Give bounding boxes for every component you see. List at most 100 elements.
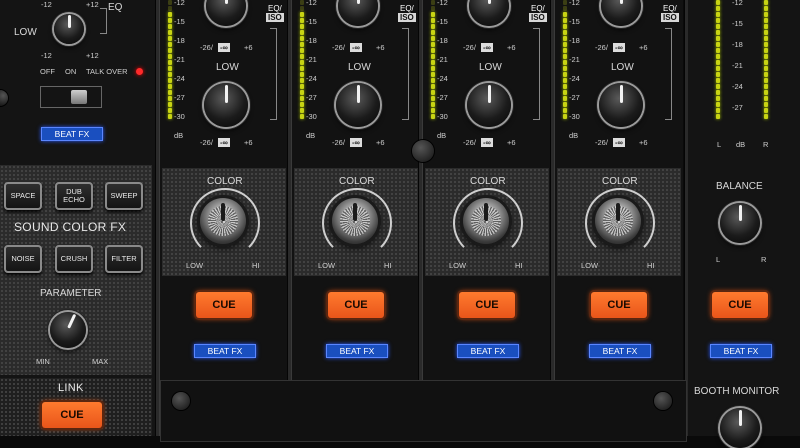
balance-knob[interactable] [720, 203, 760, 243]
color-knob[interactable] [463, 198, 509, 244]
low-eq-knob[interactable] [204, 83, 248, 127]
range-inf-label: -∞ [481, 43, 493, 52]
eq-iso-top: EQ/ [663, 4, 677, 13]
parameter-min-label: MIN [36, 357, 50, 366]
low-eq-knob[interactable] [336, 83, 380, 127]
range-max-label: +6 [639, 138, 648, 147]
range-inf-label: -∞ [350, 138, 362, 147]
meter-scale-label: -21 [569, 55, 580, 64]
color-hi-label: HI [384, 261, 392, 270]
color-knob[interactable] [595, 198, 641, 244]
range-min-label: -26/ [595, 138, 608, 147]
range-min-label: -26/ [463, 138, 476, 147]
low-eq-label: LOW [348, 62, 371, 73]
eq-iso-bracket [402, 28, 409, 120]
booth-monitor-knob[interactable] [720, 408, 760, 448]
color-knob[interactable] [200, 198, 246, 244]
meter-scale-label: -18 [437, 36, 448, 45]
meter-scale-label: -24 [174, 74, 185, 83]
master-meter-db-label: dB [736, 140, 746, 149]
color-label: COLOR [602, 176, 638, 187]
sfx-crush-button[interactable]: CRUSH [55, 245, 93, 273]
channel-cue-button[interactable]: CUE [459, 292, 515, 318]
sfx-sweep-button[interactable]: SWEEP [105, 182, 143, 210]
eq-iso-bottom: ISO [398, 13, 416, 22]
range-inf-label: -∞ [613, 43, 625, 52]
channel-level-meter [563, 0, 567, 125]
eq-iso-indicator: EQ/ISO [398, 4, 416, 22]
meter-scale-label: -30 [306, 112, 317, 121]
master-meter-r-label: R [763, 140, 769, 149]
beat-fx-button-master[interactable]: BEAT FX [710, 344, 772, 358]
range-max-label: +6 [639, 43, 648, 52]
color-low-label: LOW [186, 261, 204, 270]
color-hi-label: HI [647, 261, 655, 270]
channel-divider [287, 0, 292, 436]
meter-scale-label: -15 [306, 17, 317, 26]
talkover-indicator [136, 68, 143, 75]
meter-scale-label: -27 [174, 93, 185, 102]
eq-label: EQ [108, 2, 123, 13]
color-label: COLOR [207, 176, 243, 187]
meter-scale-label: dB [437, 131, 447, 140]
sfx-filter-button[interactable]: FILTER [105, 245, 143, 273]
color-knob[interactable] [332, 198, 378, 244]
master-cue-button[interactable]: CUE [712, 292, 768, 318]
meter-scale-label: -21 [174, 55, 185, 64]
eq-iso-top: EQ/ [531, 4, 545, 13]
low-eq-knob[interactable] [467, 83, 511, 127]
meter-scale-label: -21 [437, 55, 448, 64]
eq-plus12-top: +12 [86, 0, 99, 9]
channel-beat-fx-button[interactable]: BEAT FX [194, 344, 256, 358]
eq-iso-bottom: ISO [529, 13, 547, 22]
parameter-knob[interactable] [50, 312, 86, 348]
eq-iso-indicator: EQ/ISO [661, 4, 679, 22]
balance-label: BALANCE [716, 181, 763, 192]
sound-color-fx-title: SOUND COLOR FX [14, 220, 127, 234]
color-hi-label: HI [252, 261, 260, 270]
channel-beat-fx-button[interactable]: BEAT FX [589, 344, 651, 358]
channel-divider [550, 0, 555, 436]
talkover-switch[interactable] [40, 86, 102, 108]
range-min-label: -26/ [595, 43, 608, 52]
beat-fx-button-mic[interactable]: BEAT FX [41, 127, 103, 141]
range-max-label: +6 [376, 43, 385, 52]
sfx-space-button[interactable]: SPACE [4, 182, 42, 210]
channel-cue-button[interactable]: CUE [591, 292, 647, 318]
range-inf-label: -∞ [350, 43, 362, 52]
meter-scale-label: -18 [306, 36, 317, 45]
meter-scale-label: -12 [437, 0, 448, 7]
master-meter-scale-label: -24 [732, 82, 743, 91]
meter-scale-label: -12 [174, 0, 185, 7]
range-max-label: +6 [376, 138, 385, 147]
channel-beat-fx-button[interactable]: BEAT FX [457, 344, 519, 358]
link-cue-button[interactable]: CUE [42, 402, 102, 428]
low-eq-knob[interactable] [54, 14, 84, 44]
eq-iso-bracket [533, 28, 540, 120]
low-eq-knob[interactable] [599, 83, 643, 127]
channel-beat-fx-button[interactable]: BEAT FX [326, 344, 388, 358]
meter-scale-label: -18 [174, 36, 185, 45]
master-meter-scale-label: -21 [732, 61, 743, 70]
fader-area [160, 380, 687, 442]
meter-scale-label: -30 [437, 112, 448, 121]
talkover-label: TALK OVER [86, 67, 128, 76]
sfx-noise-button[interactable]: NOISE [4, 245, 42, 273]
range-min-label: -26/ [332, 138, 345, 147]
eq-iso-bracket [270, 28, 277, 120]
range-max-label: +6 [507, 138, 516, 147]
meter-scale-label: -12 [306, 0, 317, 7]
channel-level-meter [300, 0, 304, 125]
panel-screw-center [412, 140, 434, 162]
sfx-dub-echo-button[interactable]: DUB ECHO [55, 182, 93, 210]
meter-scale-label: -27 [306, 93, 317, 102]
master-level-meter [764, 0, 768, 125]
channel-cue-button[interactable]: CUE [196, 292, 252, 318]
low-eq-label: LOW [611, 62, 634, 73]
meter-scale-label: -12 [569, 0, 580, 7]
master-meter-scale-label: -15 [732, 19, 743, 28]
range-min-label: -26/ [200, 138, 213, 147]
range-inf-label: -∞ [613, 138, 625, 147]
booth-monitor-label: BOOTH MONITOR [694, 386, 780, 397]
channel-cue-button[interactable]: CUE [328, 292, 384, 318]
